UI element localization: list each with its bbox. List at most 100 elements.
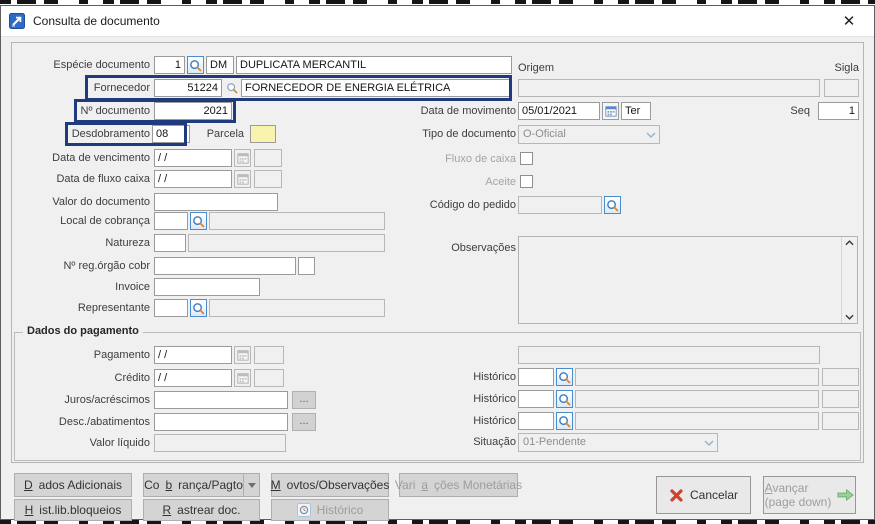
credito-weekday-field [254, 369, 284, 387]
dados-adicionais-button[interactable]: Dados Adicionais [14, 473, 132, 497]
cobranca-pagto-dropdown-button[interactable] [243, 473, 260, 497]
rastrear-doc-button[interactable]: Rastrear doc. [143, 499, 260, 521]
origem-label: Origem [518, 59, 578, 77]
data-vencimento-weekday-field [254, 149, 282, 167]
data-movimento-field[interactable]: 05/01/2021 [518, 102, 600, 120]
pagamento-calendar-icon [234, 346, 251, 364]
natureza-label: Natureza [12, 234, 150, 252]
historico1-lookup-button[interactable] [556, 368, 573, 386]
historico3-lookup-button[interactable] [556, 412, 573, 430]
fornecedor-codigo-field[interactable]: 51224 [154, 79, 222, 97]
historico1-codigo-field[interactable] [518, 368, 554, 386]
representante-label: Representante [12, 299, 150, 317]
title-bar: Consulta de documento ✕ [1, 6, 874, 37]
historico3-descricao-field [575, 412, 819, 430]
num-documento-label: Nº documento [12, 102, 150, 120]
data-fluxo-caixa-calendar-icon [234, 170, 251, 188]
num-documento-field[interactable]: 2021 [154, 102, 232, 120]
historico1-descricao-field [575, 368, 819, 386]
juros-more-button[interactable]: ... [292, 391, 316, 409]
consulta-documento-dialog: Consulta de documento ✕ Espécie document… [0, 5, 875, 520]
pagamento-field[interactable]: / / [154, 346, 232, 364]
historico2-descricao-field [575, 390, 819, 408]
especie-codigo-field[interactable]: 1 [154, 56, 185, 74]
historico3-codigo-field[interactable] [518, 412, 554, 430]
chevron-down-icon [704, 440, 714, 446]
background-screen-remnant-top [0, 0, 875, 4]
juros-field[interactable] [154, 391, 288, 409]
codigo-pedido-lookup-button[interactable] [604, 196, 621, 214]
num-reg-orgao-label: Nº reg.órgão cobr [12, 257, 150, 275]
data-fluxo-caixa-field[interactable]: / / [154, 170, 232, 188]
data-movimento-weekday-field: Ter [621, 102, 651, 120]
parcela-field[interactable] [250, 125, 276, 143]
chevron-down-icon [248, 483, 256, 488]
fluxo-caixa-checkbox [520, 152, 533, 165]
seq-field[interactable]: 1 [818, 102, 859, 120]
observacoes-textarea [518, 236, 858, 324]
especie-descricao-field: DUPLICATA MERCANTIL [236, 56, 512, 74]
natureza-descricao-field [188, 234, 385, 252]
data-vencimento-label: Data de vencimento [12, 149, 150, 167]
observacoes-scrollbar[interactable] [841, 237, 857, 323]
local-cobranca-label: Local de cobrança [12, 212, 150, 230]
data-vencimento-field[interactable]: / / [154, 149, 232, 167]
valor-liquido-field [154, 434, 286, 452]
historico3-label: Histórico [416, 412, 516, 430]
representante-descricao-field [209, 299, 385, 317]
credito-field[interactable]: / / [154, 369, 232, 387]
especie-lookup-button[interactable] [187, 56, 204, 74]
aceite-label: Aceite [386, 173, 516, 191]
historico2-lookup-button[interactable] [556, 390, 573, 408]
hist-lib-bloqueios-button[interactable]: Hist.lib.bloqueios [14, 499, 132, 521]
scroll-up-icon [845, 240, 854, 246]
situacao-select: 01-Pendente [518, 433, 718, 452]
data-movimento-calendar-icon[interactable] [602, 102, 619, 120]
parcela-label: Parcela [164, 125, 244, 143]
data-fluxo-caixa-label: Data de fluxo caixa [12, 170, 150, 188]
form-panel: Espécie documento 1 DM DUPLICATA MERCANT… [11, 42, 864, 463]
juros-label: Juros/acréscimos [12, 391, 150, 409]
valor-documento-label: Valor do documento [12, 193, 150, 211]
sigla-field [824, 79, 859, 97]
representante-lookup-button[interactable] [190, 299, 207, 317]
local-cobranca-lookup-button[interactable] [190, 212, 207, 230]
valor-liquido-label: Valor líquido [12, 434, 150, 452]
fornecedor-lookup-icon[interactable] [224, 79, 239, 97]
movtos-observacoes-button[interactable]: Movtos/Observações [271, 473, 389, 497]
local-cobranca-descricao-field [209, 212, 385, 230]
seq-label: Seq [768, 102, 810, 120]
num-reg-orgao-extra-field[interactable] [298, 257, 315, 275]
cancelar-button[interactable]: Cancelar [656, 476, 751, 514]
situacao-label: Situação [416, 433, 516, 451]
natureza-codigo-field[interactable] [154, 234, 186, 252]
local-cobranca-codigo-field[interactable] [154, 212, 188, 230]
especie-sigla-field[interactable]: DM [206, 56, 234, 74]
sigla-label: Sigla [819, 59, 859, 77]
dados-pagamento-legend: Dados do pagamento [23, 325, 143, 337]
scroll-down-icon [845, 314, 854, 320]
descontos-field[interactable] [154, 413, 288, 431]
historico1-label: Histórico [416, 368, 516, 386]
close-icon[interactable]: ✕ [832, 8, 866, 34]
descontos-more-button[interactable]: ... [292, 413, 316, 431]
num-reg-orgao-field[interactable] [154, 257, 296, 275]
fornecedor-descricao-field[interactable]: FORNECEDOR DE ENERGIA ELÉTRICA [241, 79, 512, 97]
valor-documento-field[interactable] [154, 193, 278, 211]
cobranca-pagto-button[interactable]: Cobrança/Pagto [143, 473, 244, 497]
historico1-extra-field [822, 368, 859, 386]
arrow-right-icon [837, 488, 854, 502]
credito-calendar-icon [234, 369, 251, 387]
observacoes-label: Observações [386, 239, 516, 257]
app-icon [9, 13, 25, 29]
tipo-documento-label: Tipo de documento [386, 125, 516, 143]
invoice-field[interactable] [154, 278, 260, 296]
desdobramento-label: Desdobramento [12, 125, 150, 143]
data-fluxo-caixa-weekday-field [254, 170, 282, 188]
historico2-codigo-field[interactable] [518, 390, 554, 408]
dialog-title: Consulta de documento [33, 14, 160, 28]
representante-codigo-field[interactable] [154, 299, 188, 317]
pagamento-info-field [518, 346, 820, 364]
descontos-label: Desc./abatimentos [12, 413, 150, 431]
fluxo-caixa-label: Fluxo de caixa [386, 150, 516, 168]
